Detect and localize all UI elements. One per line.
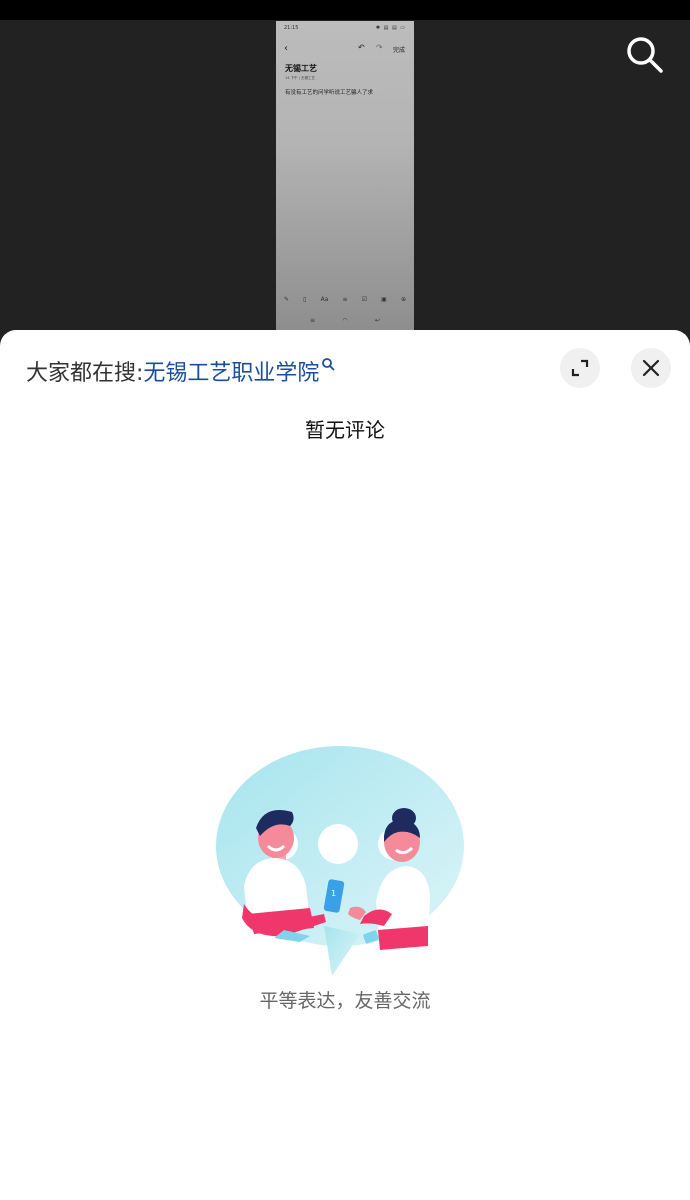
back-icon: ↩ <box>374 317 380 324</box>
search-icon <box>322 358 335 371</box>
close-button[interactable] <box>631 348 671 388</box>
search-button[interactable] <box>624 34 666 76</box>
phone-status-icons: ✱ ▤ ▤ ▭ <box>375 25 406 31</box>
expand-icon <box>571 359 589 377</box>
trending-label: 大家都在搜: <box>26 361 144 386</box>
phone-done-label: 完成 <box>393 47 406 54</box>
checkbox-icon: ☑ <box>361 296 368 303</box>
menu-icon: ≡ <box>310 317 316 324</box>
trending-keyword-link[interactable]: 无锡工艺职业学院 <box>143 361 319 386</box>
trending-search[interactable]: 大家都在搜:无锡工艺职业学院 <box>26 355 335 387</box>
phone-undo-icon: ↶ <box>358 43 365 52</box>
phone-redo-icon: ↷ <box>376 43 383 52</box>
comments-sheet: 大家都在搜:无锡工艺职业学院 暂无评论 1 平等表达，友善交流 <box>0 330 690 1200</box>
svg-text:1: 1 <box>331 889 336 898</box>
list-icon: ≡ <box>342 296 348 303</box>
status-bar <box>0 0 690 20</box>
expand-button[interactable] <box>560 348 600 388</box>
close-icon <box>642 359 660 377</box>
text-format-icon: Aa <box>320 296 329 303</box>
phone-note-title: 无锡工艺 <box>285 64 317 73</box>
phone-editor-toolbar: ✎ ▯ Aa ≡ ☑ ▣ ⊕ <box>284 296 406 303</box>
pen-icon: ✎ <box>284 296 290 303</box>
chat-people-illustration: 1 <box>216 746 464 976</box>
empty-comments-caption: 平等表达，友善交流 <box>259 990 431 1012</box>
image-icon: ▣ <box>381 296 387 303</box>
phone-nav-bar: ≡ ◠ ↩ <box>310 317 380 324</box>
home-icon: ◠ <box>342 317 348 324</box>
phone-note-body: 有没有工艺的问学听说工艺骗人了求 <box>285 90 374 96</box>
phone-note-meta: 14 下午 | 无锡工艺 <box>285 76 315 80</box>
video-thumbnail-phone-screenshot: 21:15 ✱ ▤ ▤ ▭ ‹ ↶ ↷ 完成 无锡工艺 14 下午 | 无锡工艺… <box>276 21 414 339</box>
empty-comments-title: 暂无评论 <box>305 418 385 442</box>
add-icon: ⊕ <box>400 296 406 303</box>
phone-status-time: 21:15 <box>284 25 299 31</box>
pause-icon: ▯ <box>303 296 307 303</box>
phone-back-icon: ‹ <box>284 43 288 54</box>
search-icon <box>627 37 663 73</box>
